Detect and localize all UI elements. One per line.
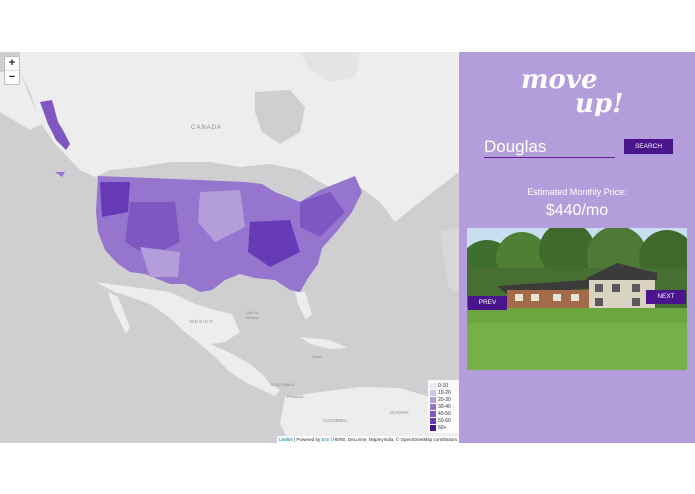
zoom-out-button[interactable]: −	[5, 70, 19, 84]
legend-row: 0-10	[430, 382, 459, 389]
legend-label: 20-30	[438, 396, 451, 403]
prev-button[interactable]: PREV	[468, 296, 507, 310]
map-attribution: Leaflet | Powered by Esri | HERE, DeLorm…	[277, 436, 459, 443]
legend-swatch	[430, 382, 436, 389]
label-mexico: MÉXICO	[190, 319, 214, 324]
legend-swatch	[430, 417, 436, 424]
estimate-price: $440/mo	[545, 202, 609, 219]
legend-row: 40-50	[430, 410, 459, 417]
search-button[interactable]: SEARCH	[624, 139, 673, 154]
attribution-powered: | Powered by	[292, 437, 322, 442]
legend-row: 50-60	[430, 417, 459, 424]
legend-label: 10-20	[438, 389, 451, 396]
label-guatemala: GUATEMALA	[270, 382, 295, 387]
label-colombia: COLOMBIA	[323, 418, 347, 423]
legend-label: 0-10	[438, 382, 449, 389]
legend-swatch	[430, 403, 436, 410]
label-gulf: Gulf of Mexico	[246, 310, 259, 320]
logo-text-up: up!	[575, 89, 624, 116]
label-guyana: GUYANA	[390, 410, 409, 415]
attribution-rest: | HERE, DeLorme, MapmyIndia, © OpenStree…	[329, 437, 457, 442]
legend-label: 40-50	[438, 410, 451, 417]
app-container: CANADA MÉXICO Gulf of Mexico Cuba GUATEM…	[0, 52, 695, 443]
next-button[interactable]: NEXT	[646, 290, 686, 304]
label-cuba: Cuba	[312, 354, 322, 359]
legend-swatch	[430, 410, 436, 417]
zoom-control: + −	[4, 56, 20, 85]
zoom-in-button[interactable]: +	[5, 57, 19, 70]
legend-label: 60+	[438, 424, 447, 431]
search-input[interactable]	[484, 136, 615, 158]
label-canada: CANADA	[191, 125, 223, 131]
legend-swatch	[430, 396, 436, 403]
legend-row: 10-20	[430, 389, 459, 396]
leaflet-link[interactable]: Leaflet	[279, 437, 293, 442]
legend-row: 30-40	[430, 403, 459, 410]
legend-swatch	[430, 424, 436, 431]
legend-label: 50-60	[438, 417, 451, 424]
estimate-label: Estimated Monthly Price:	[527, 187, 627, 197]
legend-row: 60+	[430, 424, 459, 431]
legend-swatch	[430, 389, 436, 396]
choropleth-map[interactable]: CANADA MÉXICO Gulf of Mexico Cuba GUATEM…	[0, 52, 459, 443]
legend-label: 30-40	[438, 403, 451, 410]
moveup-logo: move up!	[521, 65, 624, 116]
legend-row: 20-30	[430, 396, 459, 403]
legend: 0-10 10-20 20-30 30-40 40-50 50-60 60+	[428, 380, 459, 433]
basemap	[0, 52, 459, 443]
label-panama: PANAMÁ	[287, 394, 304, 399]
side-panel: move up! SEARCH Estimated Monthly Price:…	[459, 52, 695, 443]
